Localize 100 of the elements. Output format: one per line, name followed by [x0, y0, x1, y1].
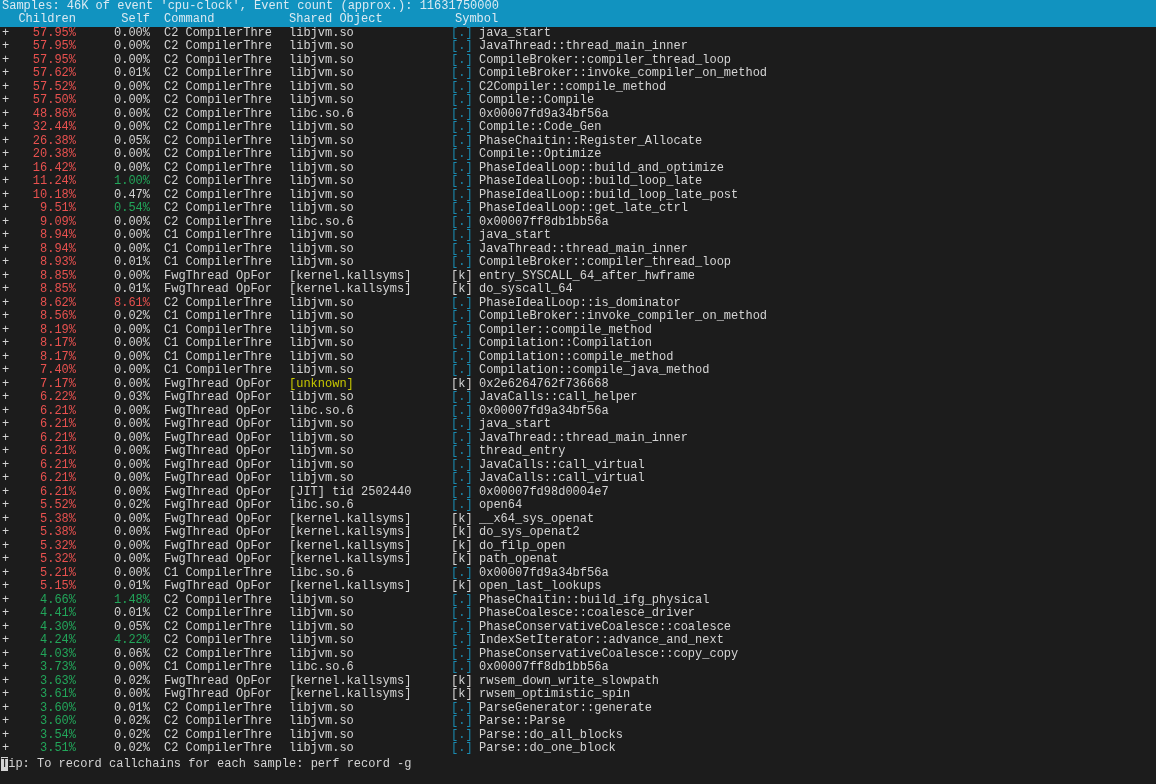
- table-cell: CompileBroker::invoke_compiler_on_method: [479, 66, 768, 80]
- table-cell: 0.00%: [114, 52, 150, 67]
- table-cell: 8.94%: [40, 241, 76, 256]
- expand-marker: +: [2, 673, 10, 688]
- expand-marker: +: [2, 471, 10, 485]
- table-cell: ParseGenerator::generate: [479, 700, 652, 715]
- table-cell: [kernel.kallsyms]: [289, 525, 412, 539]
- table-cell: 0.00%: [114, 147, 150, 161]
- table-cell: C1 CompilerThre: [164, 660, 273, 674]
- table-cell: Compile::Code_Gen: [479, 120, 602, 134]
- table-cell: 0.06%: [114, 646, 150, 661]
- table-cell: libjvm.so: [289, 241, 354, 256]
- expand-marker: +: [2, 417, 10, 431]
- table-cell: Compilation::compile_java_method: [479, 363, 710, 377]
- table-cell: [.]: [451, 66, 473, 80]
- table-cell: [.]: [451, 430, 473, 445]
- table-cell: [.]: [451, 241, 473, 256]
- table-cell: JavaThread::thread_main_inner: [479, 430, 688, 445]
- table-cell: FwgThread OpFor: [164, 687, 273, 701]
- table-cell: C1 CompilerThre: [164, 228, 273, 242]
- table-cell: 0x00007ff8db1bb56a: [479, 660, 609, 674]
- table-cell: [kernel.kallsyms]: [289, 538, 412, 553]
- expand-marker: +: [2, 336, 10, 350]
- table-cell: Parse::do_all_blocks: [479, 727, 624, 742]
- table-cell: [.]: [451, 255, 473, 269]
- table-cell: 3.73%: [40, 660, 76, 674]
- table-cell: 57.95%: [32, 25, 76, 40]
- table-cell: [.]: [451, 444, 473, 458]
- table-cell: [kernel.kallsyms]: [289, 511, 412, 526]
- table-cell: libc.so.6: [289, 565, 354, 580]
- table-cell: libjvm.so: [289, 606, 354, 620]
- table-cell: 5.38%: [40, 525, 76, 539]
- table-cell: C1 CompilerThre: [164, 349, 273, 364]
- table-cell: libjvm.so: [289, 390, 354, 404]
- table-cell: PhaseChaitin::build_ifg_physical: [479, 592, 710, 607]
- table-cell: [kernel.kallsyms]: [289, 579, 412, 593]
- table-cell: libc.so.6: [289, 214, 354, 229]
- table-cell: FwgThread OpFor: [164, 484, 273, 499]
- column-header: Children: [18, 12, 76, 26]
- table-cell: PhaseIdealLoop::build_loop_late: [479, 174, 703, 188]
- table-cell: 3.61%: [40, 687, 76, 701]
- table-cell: libjvm.so: [289, 336, 354, 350]
- table-cell: C2 CompilerThre: [164, 187, 273, 202]
- table-cell: 8.61%: [114, 295, 150, 310]
- table-cell: FwgThread OpFor: [164, 268, 273, 283]
- table-cell: 0.01%: [114, 606, 150, 620]
- table-cell: 6.22%: [40, 390, 76, 404]
- table-cell: 57.50%: [32, 93, 76, 107]
- table-cell: 0x00007fd9a34bf56a: [479, 106, 609, 121]
- table-cell: [.]: [451, 52, 473, 67]
- table-cell: 16.42%: [32, 160, 76, 175]
- table-cell: C2Compiler::compile_method: [479, 79, 667, 94]
- table-cell: 0.00%: [114, 120, 150, 134]
- table-cell: FwgThread OpFor: [164, 525, 273, 539]
- expand-marker: +: [2, 606, 10, 620]
- table-cell: [.]: [451, 336, 473, 350]
- table-cell: C2 CompilerThre: [164, 295, 273, 310]
- table-cell: PhaseIdealLoop::get_late_ctrl: [479, 201, 688, 215]
- column-header: Symbol: [455, 12, 499, 26]
- table-cell: 0x00007ff8db1bb56a: [479, 214, 609, 229]
- table-cell: [.]: [451, 646, 473, 661]
- table-cell: [.]: [451, 187, 473, 202]
- table-cell: do_sys_openat2: [479, 525, 580, 539]
- table-cell: libjvm.so: [289, 592, 354, 607]
- table-cell: 4.03%: [40, 646, 76, 661]
- table-cell: 4.30%: [40, 619, 76, 634]
- table-cell: FwgThread OpFor: [164, 376, 273, 391]
- table-cell: C2 CompilerThre: [164, 174, 273, 188]
- table-cell: [kernel.kallsyms]: [289, 268, 412, 283]
- table-cell: libjvm.so: [289, 120, 354, 134]
- table-cell: [.]: [451, 403, 473, 418]
- table-cell: do_filp_open: [479, 538, 566, 553]
- table-cell: 0.01%: [114, 66, 150, 80]
- table-cell: 0.03%: [114, 390, 150, 404]
- table-cell: Parse::do_one_block: [479, 741, 616, 755]
- table-cell: 8.85%: [40, 282, 76, 296]
- table-cell: C2 CompilerThre: [164, 25, 273, 40]
- table-cell: path_openat: [479, 552, 559, 566]
- table-cell: FwgThread OpFor: [164, 417, 273, 431]
- table-cell: [.]: [451, 619, 473, 634]
- table-cell: 0.00%: [114, 363, 150, 377]
- table-cell: libjvm.so: [289, 646, 354, 661]
- table-cell: libjvm.so: [289, 160, 354, 175]
- table-cell: [.]: [451, 295, 473, 310]
- table-cell: FwgThread OpFor: [164, 538, 273, 553]
- table-cell: C2 CompilerThre: [164, 133, 273, 148]
- table-cell: [.]: [451, 174, 473, 188]
- table-cell: libjvm.so: [289, 201, 354, 215]
- table-cell: 7.40%: [40, 363, 76, 377]
- table-cell: C2 CompilerThre: [164, 592, 273, 607]
- table-cell: [kernel.kallsyms]: [289, 687, 412, 701]
- expand-marker: +: [2, 727, 10, 742]
- table-cell: 32.44%: [32, 120, 76, 134]
- table-cell: [k]: [451, 376, 473, 391]
- table-cell: 0.00%: [114, 660, 150, 674]
- table-cell: 1.48%: [114, 592, 150, 607]
- expand-marker: +: [2, 430, 10, 445]
- expand-marker: +: [2, 309, 10, 323]
- expand-marker: +: [2, 714, 10, 728]
- table-cell: 8.56%: [40, 309, 76, 323]
